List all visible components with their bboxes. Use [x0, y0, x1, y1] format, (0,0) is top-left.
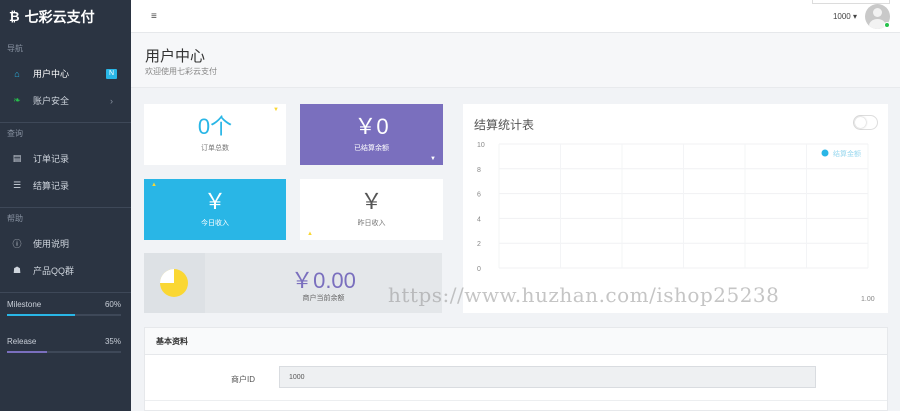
- chart-toggle[interactable]: [853, 115, 878, 130]
- yesterday-income-value: ￥: [360, 189, 383, 214]
- chart-title: 结算统计表: [474, 118, 535, 132]
- online-status-icon: [884, 22, 890, 28]
- sidebar-item-instructions[interactable]: ⓘ 使用说明: [0, 230, 131, 257]
- sidebar-item-label: 用户中心: [33, 69, 70, 79]
- leaf-icon: ❧: [13, 95, 21, 105]
- merchant-id-field[interactable]: [279, 366, 816, 388]
- orders-count-label: 订单总数: [201, 145, 229, 152]
- help-section-title: 帮助: [7, 214, 23, 223]
- sidebar-item-qq-group[interactable]: ☗ 产品QQ群: [0, 257, 131, 284]
- title-band: [131, 33, 900, 88]
- user-dropdown[interactable]: 1000 ▾: [833, 12, 857, 21]
- sidebar-item-label: 产品QQ群: [33, 266, 75, 276]
- milestone-progress: Milestone 60%: [0, 297, 131, 311]
- list-alt-icon: ▤: [12, 153, 22, 163]
- sidebar-item-user-center[interactable]: ⌂ 用户中心 N: [0, 60, 131, 87]
- user-group-icon: ☗: [12, 265, 22, 275]
- bitcoin-icon: ₿: [9, 9, 20, 24]
- orders-count-card: ▼ 0个 订单总数: [144, 104, 286, 165]
- sidebar-item-account-security[interactable]: ❧ 账户安全 ›: [0, 87, 131, 114]
- sidebar: ₿ 七彩云支付 导航 ⌂ 用户中心 N ❧ 账户安全 › 查询 ▤ 订单记录 ☰…: [0, 0, 131, 411]
- brand-name: 七彩云支付: [24, 8, 95, 25]
- yesterday-income-card: ▲ ￥ 昨日收入: [300, 179, 443, 240]
- home-icon: ⌂: [14, 68, 20, 79]
- brand[interactable]: ₿ 七彩云支付: [0, 0, 131, 33]
- basic-info-panel: 基本资料 商户ID: [144, 327, 888, 411]
- top-header: ≡ 1000 ▾: [131, 0, 900, 33]
- progress-value: 35%: [104, 336, 121, 346]
- release-progress-track: [7, 351, 121, 353]
- chevron-right-icon: ›: [110, 95, 113, 106]
- caret-down-icon: ▼: [273, 107, 279, 113]
- merchant-id-label: 商户ID: [231, 375, 255, 384]
- new-badge: N: [106, 69, 117, 79]
- sidebar-item-label: 账户安全: [33, 96, 70, 106]
- query-section-title: 查询: [7, 129, 23, 138]
- settled-balance-card: ▼ ￥0 已结算余额: [300, 104, 443, 165]
- y-tick-label: 0: [477, 266, 481, 273]
- orders-count-value: 0个: [197, 114, 233, 139]
- sidebar-item-label: 结算记录: [33, 181, 70, 191]
- settled-balance-value: ￥0: [354, 114, 389, 139]
- menu-toggle-icon[interactable]: ≡: [151, 11, 157, 22]
- page-title: 用户中心: [145, 48, 206, 65]
- progress-label: Milestone: [7, 299, 42, 309]
- today-income-value: ￥: [203, 189, 226, 214]
- nav-section-title: 导航: [7, 44, 23, 53]
- today-income-label: 今日收入: [201, 220, 229, 227]
- sidebar-item-label: 使用说明: [33, 239, 70, 249]
- sidebar-item-orders[interactable]: ▤ 订单记录: [0, 145, 131, 172]
- y-tick-label: 10: [477, 142, 485, 149]
- settled-balance-label: 已结算余额: [354, 145, 389, 152]
- progress-label: Release: [7, 336, 37, 346]
- settlement-chart-panel: 结算统计表 10 8 6 4 2 0 1.00 结算金额: [463, 104, 888, 313]
- sidebar-divider: [0, 292, 131, 293]
- y-tick-label: 4: [477, 216, 481, 223]
- caret-up-icon: ▲: [151, 182, 157, 188]
- info-icon: ⓘ: [12, 239, 22, 249]
- pie-chart-icon: [160, 269, 188, 297]
- basic-info-heading: 基本资料: [145, 328, 887, 355]
- legend-marker: [821, 149, 829, 157]
- sidebar-divider: [0, 122, 131, 123]
- list-icon: ☰: [12, 180, 22, 190]
- sidebar-item-settlements[interactable]: ☰ 结算记录: [0, 172, 131, 199]
- y-tick-label: 2: [477, 241, 481, 248]
- y-tick-label: 6: [477, 192, 481, 199]
- progress-value: 60%: [104, 299, 121, 309]
- page-subtitle: 欢迎使用七彩云支付: [145, 67, 217, 76]
- sidebar-item-label: 订单记录: [33, 154, 70, 164]
- yesterday-income-label: 昨日收入: [357, 220, 386, 227]
- watermark: https://www.huzhan.com/ishop25238: [388, 283, 780, 307]
- today-income-card: ▲ ￥ 今日收入: [144, 179, 286, 240]
- release-progress: Release 35%: [0, 334, 131, 348]
- caret-down-icon: ▼: [430, 156, 436, 162]
- x-axis-end-label: 1.00: [861, 296, 875, 303]
- legend-label[interactable]: 结算金额: [833, 149, 861, 158]
- caret-up-icon: ▲: [307, 231, 313, 237]
- y-tick-label: 8: [477, 167, 481, 174]
- sidebar-divider: [0, 207, 131, 208]
- release-progress-fill: [7, 351, 47, 353]
